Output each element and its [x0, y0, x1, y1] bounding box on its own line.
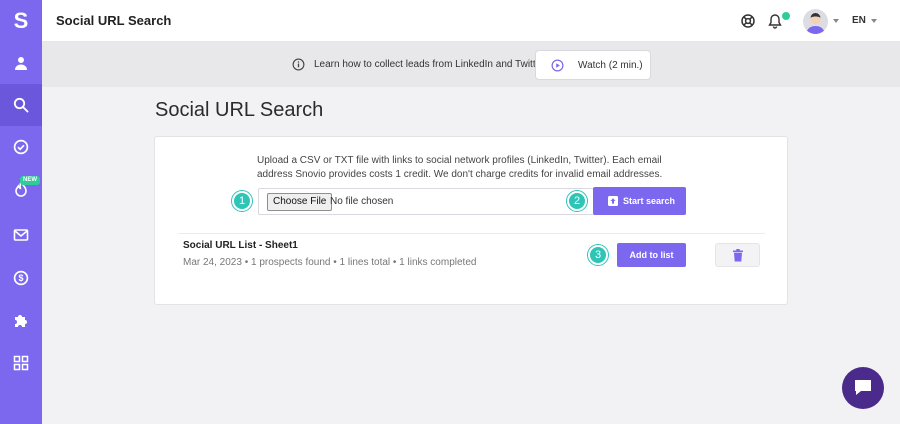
watch-video-button[interactable]: Watch (2 min.): [535, 50, 651, 80]
bell-icon[interactable]: [767, 13, 783, 29]
avatar[interactable]: [803, 9, 828, 34]
step-marker-3: 3: [588, 245, 608, 265]
avatar-dropdown-caret[interactable]: [833, 19, 839, 23]
app-title: Social URL Search: [56, 13, 172, 28]
list-meta: Mar 24, 2023 • 1 prospects found • 1 lin…: [183, 257, 477, 268]
new-badge: NEW: [20, 176, 40, 185]
chat-icon: [855, 380, 871, 395]
upload-description: Upload a CSV or TXT file with links to s…: [257, 155, 663, 180]
dollar-icon: $: [13, 270, 29, 286]
add-to-list-button[interactable]: Add to list: [617, 243, 686, 267]
notification-dot: [782, 12, 790, 20]
sidebar-item-warmup[interactable]: [0, 168, 42, 210]
sidebar-item-verify[interactable]: [0, 126, 42, 168]
apps-grid-icon: [13, 355, 29, 371]
watch-video-label: Watch (2 min.): [578, 60, 643, 71]
upload-card: Upload a CSV or TXT file with links to s…: [154, 136, 788, 305]
language-selector[interactable]: EN: [852, 15, 866, 26]
step-marker-1: 1: [232, 191, 252, 211]
sidebar-item-search[interactable]: [0, 84, 42, 126]
banner-text: Learn how to collect leads from LinkedIn…: [314, 59, 545, 70]
page-title: Social URL Search: [155, 99, 324, 121]
user-icon: [15, 57, 27, 70]
language-dropdown-caret[interactable]: [871, 19, 877, 23]
svg-text:$: $: [18, 273, 23, 283]
sidebar-item-prospects[interactable]: [0, 42, 42, 84]
info-icon: [292, 58, 305, 71]
sidebar-item-billing[interactable]: $: [0, 257, 42, 299]
top-header: Social URL Search EN: [42, 0, 900, 42]
list-name: Social URL List - Sheet1: [183, 240, 298, 251]
sidebar-item-integrations[interactable]: [0, 299, 42, 341]
search-icon: [13, 97, 29, 113]
choose-file-button[interactable]: Choose File: [267, 193, 333, 211]
upload-icon: [608, 196, 618, 206]
sidebar: S NEW $: [0, 0, 42, 424]
check-circle-icon: [13, 139, 29, 155]
sidebar-item-campaigns[interactable]: [0, 214, 42, 256]
file-input[interactable]: Choose File No file chosen: [258, 188, 594, 215]
puzzle-icon: [15, 315, 27, 327]
lifebuoy-icon[interactable]: [740, 13, 756, 29]
delete-button[interactable]: [715, 243, 760, 267]
play-icon: [551, 59, 564, 72]
trash-icon: [733, 249, 743, 262]
info-banner: Learn how to collect leads from LinkedIn…: [42, 42, 900, 87]
start-search-button[interactable]: Start search: [593, 187, 686, 215]
step-marker-2: 2: [567, 191, 587, 211]
mail-icon: [13, 229, 29, 241]
start-search-label: Start search: [623, 196, 676, 206]
divider: [178, 233, 765, 234]
file-status: No file chosen: [330, 196, 394, 207]
chat-support-button[interactable]: [842, 367, 884, 409]
app-logo[interactable]: S: [0, 0, 42, 42]
sidebar-item-apps[interactable]: [0, 342, 42, 384]
